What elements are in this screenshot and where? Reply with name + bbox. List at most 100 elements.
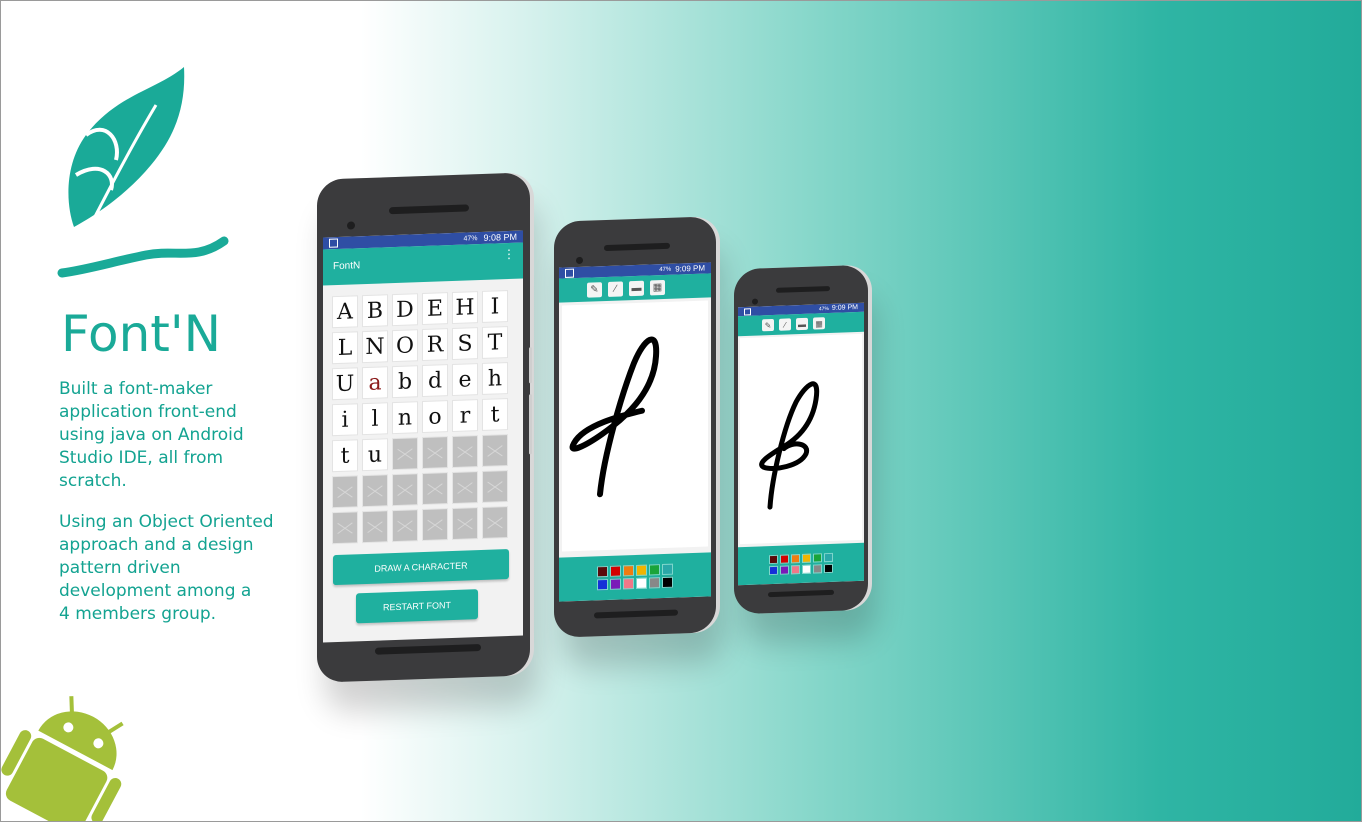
- glyph-cell[interactable]: t: [333, 440, 357, 472]
- glyph-cell[interactable]: O: [393, 330, 417, 362]
- empty-glyph-cell[interactable]: [453, 508, 477, 539]
- color-swatch[interactable]: [597, 578, 608, 591]
- color-palette: [559, 552, 711, 602]
- glyph-cell[interactable]: a: [363, 367, 387, 399]
- empty-glyph-cell[interactable]: [453, 436, 477, 467]
- color-swatch[interactable]: [623, 565, 634, 577]
- glyph-cell[interactable]: t: [483, 399, 507, 430]
- color-swatch[interactable]: [824, 563, 833, 574]
- glyph-cell[interactable]: L: [333, 332, 357, 364]
- glyph-cell[interactable]: A: [333, 296, 357, 328]
- eraser-tool-icon[interactable]: ▬: [796, 317, 808, 331]
- draw-character-button[interactable]: DRAW A CHARACTER: [333, 549, 509, 586]
- glyph-cell[interactable]: U: [333, 368, 357, 400]
- save-tool-icon[interactable]: ▦: [813, 317, 825, 330]
- battery-level: 47%: [463, 234, 478, 243]
- empty-glyph-cell[interactable]: [483, 435, 507, 466]
- glyph-cell[interactable]: N: [363, 331, 387, 363]
- color-swatch[interactable]: [649, 577, 660, 589]
- empty-glyph-cell[interactable]: [333, 512, 357, 544]
- color-swatch[interactable]: [597, 565, 608, 578]
- color-swatch[interactable]: [780, 554, 789, 564]
- color-swatch[interactable]: [802, 553, 811, 563]
- drawing-toolbar: ✎ ∕ ▬ ▦: [559, 273, 711, 303]
- glyph-cell[interactable]: r: [453, 400, 477, 431]
- color-swatch[interactable]: [636, 577, 647, 589]
- drawn-character: [759, 381, 820, 510]
- phone-main: 47% 9:08 PM FontN ⋮ ABDEHI LNORST Uabdeh il…: [317, 172, 532, 683]
- color-swatch[interactable]: [824, 552, 833, 563]
- empty-glyph-cell[interactable]: [453, 472, 477, 503]
- empty-glyph-cell[interactable]: [393, 438, 417, 470]
- brush-tool-icon[interactable]: ∕: [779, 318, 791, 331]
- empty-glyph-cell[interactable]: [423, 509, 447, 541]
- bottom-speaker: [375, 643, 481, 655]
- color-swatch[interactable]: [791, 565, 800, 575]
- restart-font-button[interactable]: RESTART FONT: [356, 589, 478, 624]
- glyph-cell[interactable]: h: [483, 363, 507, 394]
- color-swatch[interactable]: [769, 554, 778, 565]
- drawing-canvas[interactable]: [562, 300, 708, 552]
- color-swatch[interactable]: [610, 578, 621, 590]
- brush-tool-icon[interactable]: ∕: [608, 280, 623, 297]
- glyph-cell[interactable]: E: [423, 293, 447, 325]
- empty-glyph-cell[interactable]: [393, 510, 417, 542]
- color-swatch[interactable]: [813, 553, 822, 563]
- description-paragraph: Built a font-maker application front-end…: [59, 379, 244, 491]
- glyph-cell[interactable]: o: [423, 401, 447, 433]
- color-swatch[interactable]: [649, 564, 660, 576]
- glyph-cell[interactable]: e: [453, 364, 477, 395]
- color-swatch[interactable]: [662, 563, 673, 576]
- empty-glyph-cell[interactable]: [333, 476, 357, 508]
- drawing-canvas[interactable]: [740, 333, 862, 545]
- drawing-toolbar: ✎ ∕ ▬ ▦: [738, 311, 864, 337]
- eraser-tool-icon[interactable]: ▬: [629, 280, 644, 296]
- glyph-cell[interactable]: d: [423, 365, 447, 397]
- glyph-cell[interactable]: I: [483, 291, 507, 322]
- glyph-cell[interactable]: n: [393, 402, 417, 434]
- color-swatch[interactable]: [791, 554, 800, 564]
- color-swatch[interactable]: [802, 564, 811, 574]
- app-title: Font'N: [61, 305, 222, 363]
- color-swatch[interactable]: [813, 564, 822, 574]
- volume-button: [529, 347, 532, 384]
- color-swatch[interactable]: [662, 576, 673, 589]
- glyph-cell[interactable]: l: [363, 403, 387, 435]
- empty-glyph-cell[interactable]: [423, 437, 447, 469]
- phone-screen: 47% 9:09 PM ✎ ∕ ▬ ▦: [738, 302, 864, 586]
- glyph-cell[interactable]: R: [423, 329, 447, 361]
- earpiece-speaker: [604, 242, 670, 252]
- empty-glyph-cell[interactable]: [423, 473, 447, 505]
- glyph-cell[interactable]: i: [333, 404, 357, 436]
- glyph-cell[interactable]: b: [393, 366, 417, 398]
- save-tool-icon[interactable]: ▦: [650, 279, 665, 295]
- android-robot-icon: [1, 695, 124, 821]
- empty-glyph-cell[interactable]: [393, 474, 417, 506]
- front-camera: [576, 256, 583, 265]
- power-button: [529, 394, 532, 455]
- glyph-cell[interactable]: H: [453, 292, 477, 323]
- color-swatch[interactable]: [623, 578, 634, 590]
- glyph-cell[interactable]: D: [393, 294, 417, 326]
- empty-glyph-cell[interactable]: [483, 471, 507, 502]
- note-tool-icon[interactable]: ✎: [587, 281, 602, 298]
- color-swatch[interactable]: [769, 565, 778, 576]
- status-time: 9:08 PM: [483, 231, 517, 243]
- empty-glyph-cell[interactable]: [363, 511, 387, 543]
- color-palette: [738, 542, 864, 586]
- empty-glyph-cell[interactable]: [483, 507, 507, 538]
- glyph-cell[interactable]: u: [363, 439, 387, 471]
- earpiece-speaker: [389, 204, 469, 215]
- battery-level: 47%: [818, 305, 829, 312]
- color-swatch[interactable]: [610, 565, 621, 577]
- color-swatch[interactable]: [780, 565, 789, 575]
- front-camera: [347, 221, 355, 230]
- glyph-cell[interactable]: B: [363, 295, 387, 327]
- glyph-cell[interactable]: T: [483, 327, 507, 358]
- menu-overflow-icon[interactable]: ⋮: [503, 247, 515, 261]
- glyph-cell[interactable]: S: [453, 328, 477, 359]
- color-swatch[interactable]: [636, 564, 647, 576]
- note-tool-icon[interactable]: ✎: [762, 318, 774, 332]
- description-paragraph: Using an Object Oriented approach and a …: [59, 512, 274, 624]
- empty-glyph-cell[interactable]: [363, 475, 387, 507]
